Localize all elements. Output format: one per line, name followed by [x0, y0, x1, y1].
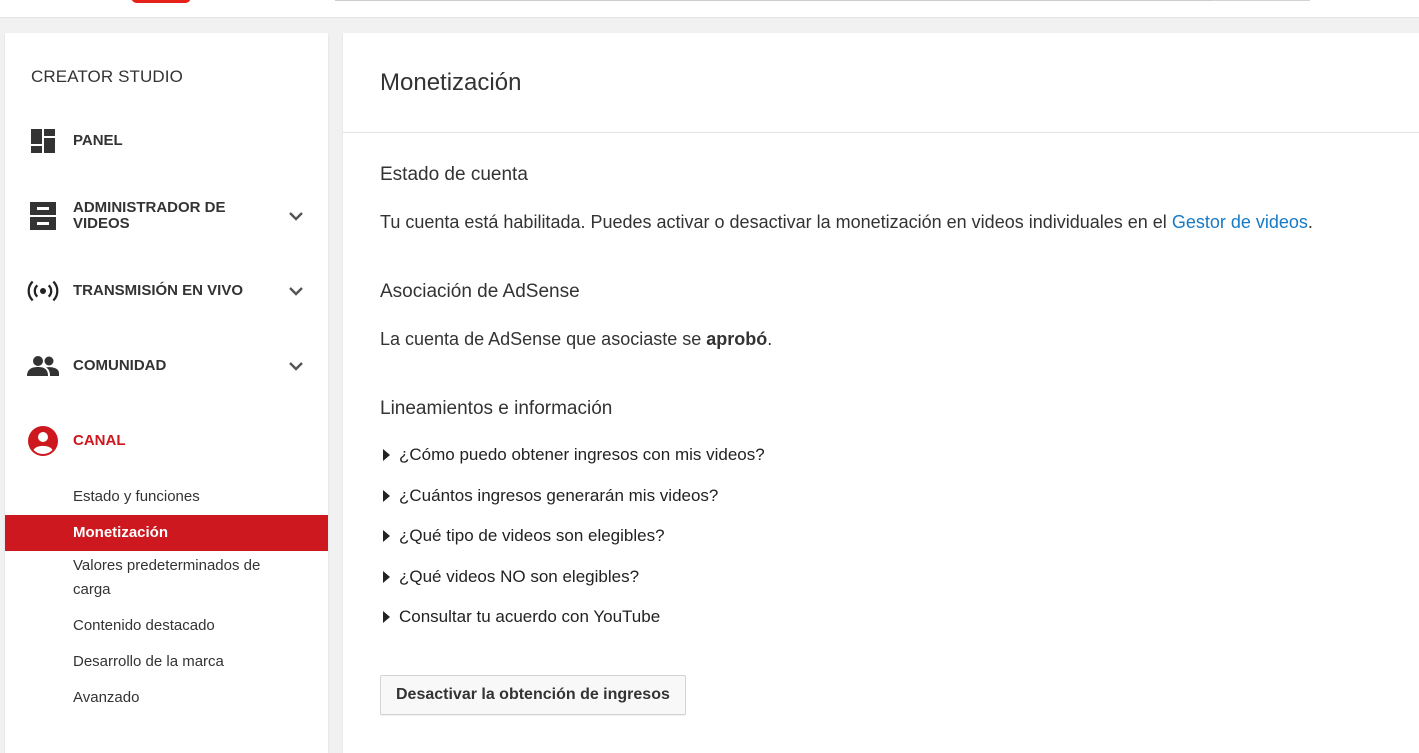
channel-account-icon: [27, 425, 59, 457]
chevron-down-icon[interactable]: [286, 281, 306, 301]
sidebar-item-label: TRANSMISIÓN EN VIVO: [73, 282, 244, 299]
account-status-description: Tu cuenta está habilitada. Puedes activa…: [380, 212, 1172, 232]
subitem-monetization[interactable]: Monetización: [5, 515, 328, 551]
adsense-text-before: La cuenta de AdSense que asociaste se: [380, 329, 707, 349]
sidebar-item-channel[interactable]: CANAL: [5, 421, 328, 461]
subitem-featured-content[interactable]: Contenido destacado: [5, 614, 328, 638]
search-button[interactable]: [1212, 0, 1310, 1]
sidebar-item-community[interactable]: COMUNIDAD: [5, 346, 328, 386]
adsense-text: La cuenta de AdSense que asociaste se ap…: [380, 329, 772, 350]
community-icon: [27, 350, 59, 382]
guideline-item[interactable]: ¿Qué tipo de videos son elegibles?: [380, 526, 665, 546]
guideline-label: ¿Cuántos ingresos generarán mis videos?: [399, 486, 719, 505]
sidebar-item-label: ADMINISTRADOR DE VIDEOS: [73, 199, 226, 232]
sidebar-item-label: PANEL: [73, 132, 123, 149]
guideline-label: Consultar tu acuerdo con YouTube: [399, 607, 661, 626]
video-manager-icon: [27, 200, 59, 232]
sidebar: CREATOR STUDIO PANEL ADMINISTRADOR DE VI…: [5, 33, 328, 753]
guideline-label: ¿Qué tipo de videos son elegibles?: [399, 526, 665, 545]
video-manager-link[interactable]: Gestor de videos: [1172, 212, 1308, 232]
guideline-item[interactable]: ¿Cuántos ingresos generarán mis videos?: [380, 486, 718, 506]
sidebar-item-panel[interactable]: PANEL: [5, 121, 328, 161]
expand-triangle-icon: [383, 611, 390, 623]
guideline-item[interactable]: Consultar tu acuerdo con YouTube: [380, 607, 660, 627]
search-input[interactable]: [335, 0, 1212, 1]
dashboard-icon: [27, 125, 59, 157]
subitem-branding[interactable]: Desarrollo de la marca: [5, 650, 328, 674]
live-broadcast-icon: [27, 275, 59, 307]
page-header: Monetización: [343, 33, 1419, 133]
sidebar-item-label: COMUNIDAD: [73, 357, 167, 374]
sidebar-item-live[interactable]: TRANSMISIÓN EN VIVO: [5, 271, 328, 311]
subitem-status-features[interactable]: Estado y funciones: [5, 485, 328, 509]
expand-triangle-icon: [383, 530, 390, 542]
expand-triangle-icon: [383, 490, 390, 502]
main-content: Monetización Estado de cuenta Tu cuenta …: [343, 33, 1419, 753]
chevron-down-icon[interactable]: [286, 356, 306, 376]
account-status-heading: Estado de cuenta: [380, 164, 528, 185]
account-status-suffix: .: [1307, 212, 1313, 232]
disable-monetization-button[interactable]: Desactivar la obtención de ingresos: [380, 675, 686, 715]
sidebar-item-label: CANAL: [73, 432, 126, 449]
guideline-label: ¿Cómo puedo obtener ingresos con mis vid…: [399, 445, 765, 464]
sidebar-item-video-manager[interactable]: ADMINISTRADOR DE VIDEOS: [5, 196, 328, 236]
subitem-upload-defaults[interactable]: Valores predeterminados de carga: [5, 554, 328, 602]
page-title: Monetización: [380, 69, 522, 96]
top-bar: [0, 0, 1419, 18]
guideline-item[interactable]: ¿Qué videos NO son elegibles?: [380, 567, 639, 587]
adsense-heading: Asociación de AdSense: [380, 281, 580, 302]
adsense-status: aprobó: [706, 329, 768, 349]
expand-triangle-icon: [383, 571, 390, 583]
guideline-item[interactable]: ¿Cómo puedo obtener ingresos con mis vid…: [380, 445, 765, 465]
chevron-down-icon[interactable]: [286, 206, 306, 226]
subitem-advanced[interactable]: Avanzado: [5, 686, 328, 710]
account-status-text: Tu cuenta está habilitada. Puedes activa…: [380, 212, 1313, 233]
youtube-logo[interactable]: [131, 0, 191, 3]
expand-triangle-icon: [383, 449, 390, 461]
guideline-label: ¿Qué videos NO son elegibles?: [399, 567, 640, 586]
guidelines-heading: Lineamientos e información: [380, 398, 613, 419]
adsense-text-after: .: [767, 329, 773, 349]
studio-title: CREATOR STUDIO: [31, 67, 183, 86]
